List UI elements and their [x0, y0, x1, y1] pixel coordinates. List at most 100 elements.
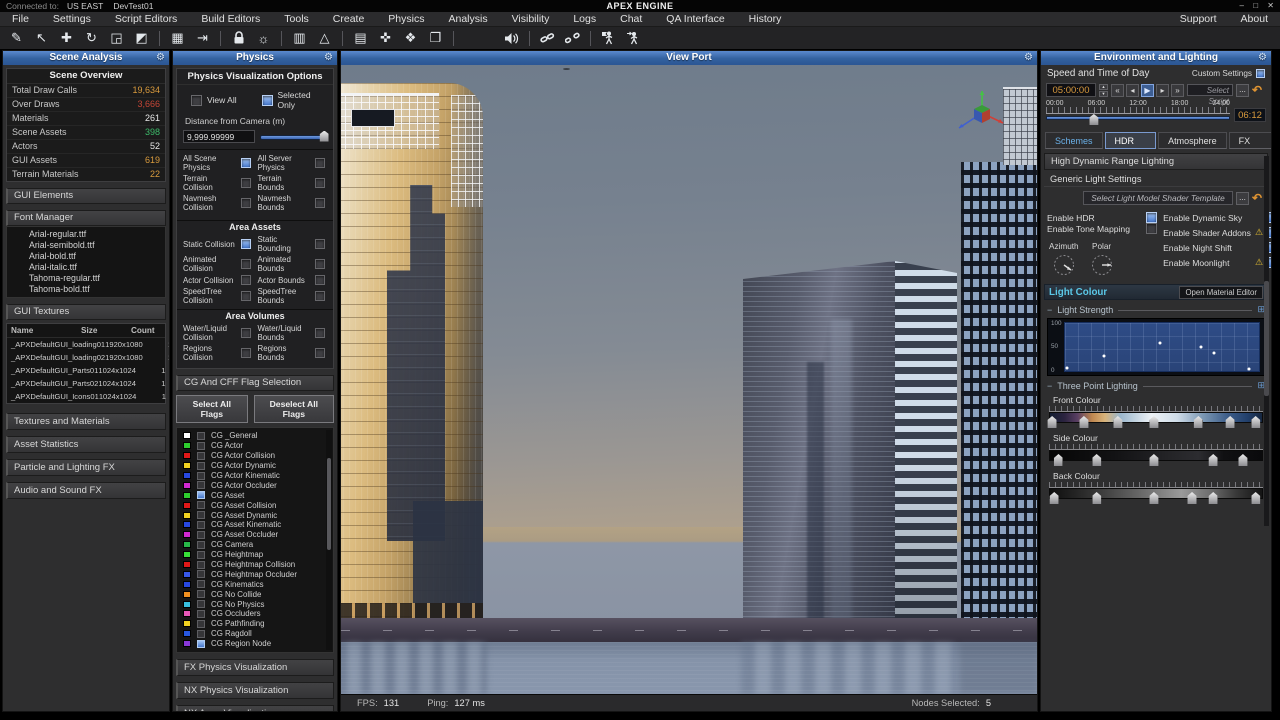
colour-gradient-bar[interactable]	[1049, 412, 1263, 423]
menu-item[interactable]: Chat	[608, 12, 654, 27]
menu-item[interactable]: Create	[321, 12, 377, 27]
checkbox[interactable]	[315, 239, 325, 249]
tab[interactable]: Atmosphere	[1158, 132, 1227, 149]
gear-icon[interactable]: ⚙	[1258, 51, 1267, 65]
flag-checkbox[interactable]	[197, 630, 205, 638]
gear-icon[interactable]: ⚙	[324, 51, 333, 65]
checkbox[interactable]	[241, 291, 251, 301]
menu-item[interactable]: History	[737, 12, 794, 27]
flag-row[interactable]: CG Pathfinding	[183, 619, 333, 629]
light-strength-point[interactable]	[1159, 342, 1162, 345]
checkbox[interactable]	[1146, 212, 1157, 223]
light-tool-icon[interactable]: ☼	[251, 29, 276, 48]
flag-checkbox[interactable]	[197, 610, 205, 618]
screen-select-tool-icon[interactable]: ◩	[129, 29, 154, 48]
flag-checkbox[interactable]	[197, 521, 205, 529]
colour-gradient-bar[interactable]	[1049, 488, 1263, 499]
gradient-handle[interactable]	[1251, 416, 1260, 428]
picker-tool-icon[interactable]: ✜	[373, 29, 398, 48]
checkbox[interactable]	[1146, 223, 1157, 234]
font-item[interactable]: Tahoma-regular.ttf	[7, 273, 165, 284]
viewport-header[interactable]: View Port⚙	[341, 51, 1037, 65]
light-strength-plot[interactable]	[1064, 322, 1260, 372]
transport-button[interactable]: ▸	[1156, 84, 1169, 97]
flag-row[interactable]: CG Actor Dynamic	[183, 461, 333, 471]
menu-item[interactable]: Support	[1168, 12, 1229, 27]
gradient-handle[interactable]	[1226, 416, 1235, 428]
viewport-3d-scene[interactable]	[341, 65, 1037, 694]
view-all-checkbox[interactable]	[191, 95, 202, 106]
walk-target-tool-icon[interactable]	[621, 29, 646, 48]
select-tool-icon[interactable]: ↖	[29, 29, 54, 48]
checkbox[interactable]	[315, 259, 325, 269]
physics-header[interactable]: Physics⚙	[173, 51, 337, 65]
gradient-handle[interactable]	[1092, 492, 1101, 504]
flag-checkbox[interactable]	[197, 590, 205, 598]
flag-row[interactable]: CG Ragdoll	[183, 629, 333, 639]
flag-row[interactable]: CG Asset Kinematic	[183, 520, 333, 530]
checkbox[interactable]	[241, 328, 251, 338]
gradient-handle[interactable]	[1209, 492, 1218, 504]
gradient-handle[interactable]	[1188, 492, 1197, 504]
collapse-icon[interactable]: −	[1047, 381, 1052, 391]
section-gui-textures[interactable]: GUI Textures	[6, 304, 166, 320]
transport-button[interactable]: ◂	[1126, 84, 1139, 97]
scale-tool-icon[interactable]: ◲	[104, 29, 129, 48]
audio-tool-icon[interactable]	[499, 29, 524, 48]
flag-checkbox[interactable]	[197, 551, 205, 559]
collapsed-section[interactable]: Asset Statistics	[6, 436, 166, 453]
texture-row[interactable]: _APXDefaultGUI_Parts02 1024x1024 1	[7, 377, 165, 390]
maximize-button[interactable]: □	[1253, 1, 1258, 10]
menu-item[interactable]: Analysis	[436, 12, 499, 27]
axis-gizmo[interactable]	[949, 85, 1005, 144]
flag-row[interactable]: CG Heightmap	[183, 550, 333, 560]
flag-list-scrollbar[interactable]	[326, 430, 332, 650]
collapsed-section[interactable]: FX Physics Visualization	[176, 659, 334, 676]
transport-button[interactable]: «	[1111, 84, 1124, 97]
flag-row[interactable]: CG Heightmap Collision	[183, 560, 333, 570]
menu-item[interactable]: About	[1229, 12, 1280, 27]
environment-scrollbar[interactable]	[1264, 156, 1269, 526]
flag-checkbox[interactable]	[197, 432, 205, 440]
select-script-input[interactable]: Select Script	[1187, 84, 1233, 96]
flag-row[interactable]: CG Occluders	[183, 609, 333, 619]
font-item[interactable]: Arial-semibold.ttf	[7, 240, 165, 251]
col-size[interactable]: Size	[81, 324, 131, 337]
materials-tool-icon[interactable]: ▤	[348, 29, 373, 48]
texture-row[interactable]: _APXDefaultGUI_Parts01 1024x1024 1	[7, 364, 165, 377]
checkbox[interactable]	[241, 239, 251, 249]
col-name[interactable]: Name	[11, 324, 81, 337]
transport-button[interactable]: ▶	[1141, 84, 1154, 97]
section-gui-elements[interactable]: GUI Elements	[6, 188, 166, 204]
browse-script-button[interactable]: ...	[1236, 84, 1249, 97]
flag-row[interactable]: CG No Collide	[183, 589, 333, 599]
flag-row[interactable]: CG Actor Occluder	[183, 480, 333, 490]
collapsed-section[interactable]: NX Physics Visualization	[176, 682, 334, 699]
checkbox[interactable]	[315, 275, 325, 285]
tab[interactable]: HDR Lighting	[1105, 132, 1157, 149]
checkbox[interactable]	[241, 348, 251, 358]
checkbox[interactable]	[241, 275, 251, 285]
flag-row[interactable]: CG Asset Dynamic	[183, 510, 333, 520]
flag-checkbox[interactable]	[197, 541, 205, 549]
timeline-slider[interactable]	[1046, 114, 1230, 124]
gradient-handle[interactable]	[1238, 454, 1247, 466]
collapsed-section[interactable]: Textures and Materials	[6, 413, 166, 430]
flag-checkbox[interactable]	[197, 580, 205, 588]
texture-row[interactable]: _APXDefaultGUI_Icons01 1024x1024 1	[7, 390, 165, 403]
distance-input[interactable]: 9,999.99999	[183, 130, 255, 143]
menu-item[interactable]: Visibility	[500, 12, 562, 27]
light-strength-point[interactable]	[1065, 366, 1068, 369]
reset-script-button[interactable]: ↶	[1252, 84, 1266, 97]
gradient-handle[interactable]	[1149, 416, 1158, 428]
spin-down-button[interactable]: ▼	[1099, 91, 1108, 97]
flag-row[interactable]: CG Heightmap Occluder	[183, 569, 333, 579]
colour-gradient-bar[interactable]	[1049, 450, 1263, 461]
section-font-manager[interactable]: Font Manager	[6, 210, 166, 226]
section-flag-selection[interactable]: CG And CFF Flag Selection	[176, 375, 334, 391]
flag-checkbox[interactable]	[197, 600, 205, 608]
menu-item[interactable]: QA Interface	[654, 12, 736, 27]
gradient-handle[interactable]	[1149, 454, 1158, 466]
flag-checkbox[interactable]	[197, 570, 205, 578]
texture-row[interactable]: _APXDefaultGUI_loading02 1920x1080 1	[7, 351, 165, 364]
